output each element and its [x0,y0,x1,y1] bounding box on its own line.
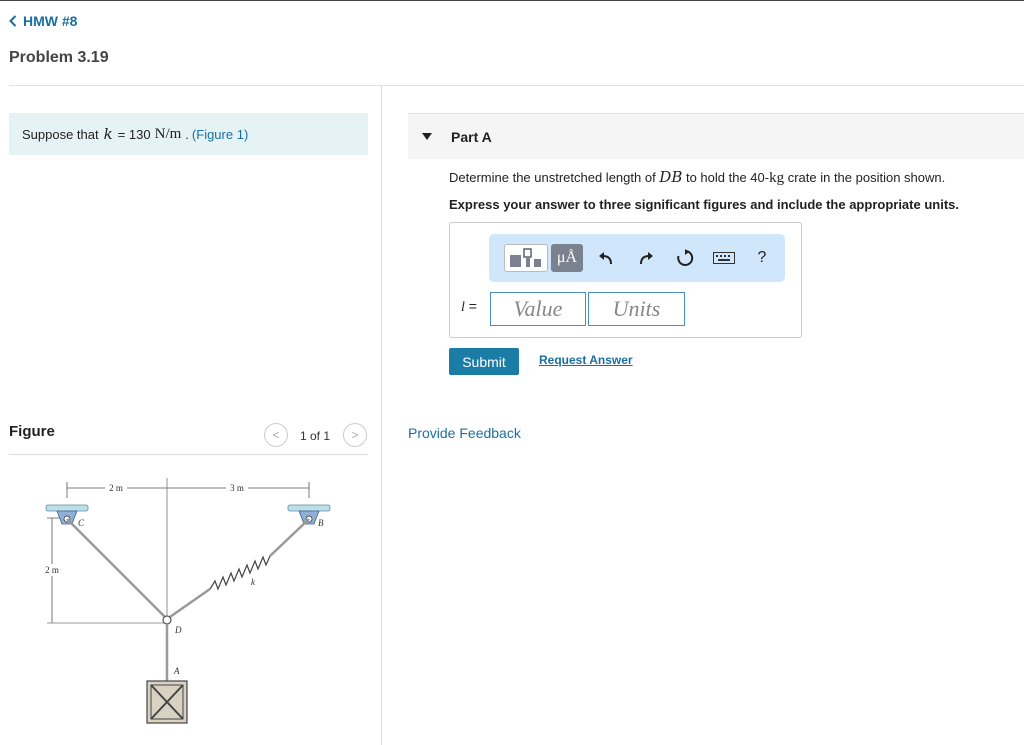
reset-button[interactable] [673,246,697,270]
point-c-label: C [78,518,85,528]
undo-button[interactable] [594,246,618,270]
value-input[interactable]: Value [490,292,586,326]
statement-prefix: Suppose that [22,126,99,142]
provide-feedback-link[interactable]: Provide Feedback [408,425,521,441]
part-a-header[interactable]: Part A [408,113,1024,159]
question-text-3: crate in the position shown. [784,170,946,185]
answer-variable-label: l = [461,298,477,316]
back-link-label: HMW #8 [23,13,78,29]
dim-right-label: 3 m [230,483,244,493]
keyboard-button[interactable] [711,248,737,268]
answer-equals: = [468,298,477,314]
next-figure-button[interactable]: > [343,423,367,447]
undo-icon [599,252,612,265]
statement-equals: = 130 [117,126,151,142]
answer-variable: l [461,300,465,315]
question-text-1: Determine the unstretched length of [449,170,660,185]
header-divider [9,85,1024,86]
figure-link[interactable]: (Figure 1) [192,127,248,142]
submit-button[interactable]: Submit [449,348,519,375]
statement-var: k [103,125,113,143]
support-c-plate [45,504,89,512]
prev-figure-button[interactable]: < [264,423,288,447]
request-answer-link[interactable]: Request Answer [539,353,633,367]
support-b-plate [287,504,331,512]
figure-pager: 1 of 1 [300,429,331,443]
figure-header: Figure < 1 of 1 > [9,423,368,455]
question-math-db: DB [659,168,683,186]
reset-icon [677,249,694,266]
question-math-kg: kg [769,170,785,186]
answer-instruction: Express your answer to three significant… [449,197,959,212]
units-button[interactable]: μÅ [551,244,583,272]
statement-unit: N/m [154,125,182,142]
math-toolbar: μÅ ? [489,234,785,282]
question-text-2: to hold the 40- [682,170,770,185]
cable-spring-b [269,518,310,557]
templates-button[interactable] [504,244,548,272]
spring-k-label: k [251,577,256,587]
back-to-assignment-link[interactable]: HMW #8 [9,13,77,29]
crate [146,680,188,724]
keyboard-icon [713,252,735,264]
chevron-left-icon: < [272,428,280,442]
figure-title: Figure [9,423,55,440]
part-a-label: Part A [451,129,492,145]
problem-figure: 2 m 3 m 2 m C B k D A [40,478,331,724]
cable-d-spring [166,587,211,621]
answer-box: μÅ ? l = Value Units [449,222,802,338]
collapse-triangle-icon[interactable] [422,133,432,140]
dim-vertical-label: 2 m [45,565,59,575]
ring-d [162,615,172,625]
point-a-label: A [173,666,180,676]
redo-button[interactable] [634,246,658,270]
templates-icon [510,248,541,267]
cable-cd [66,518,168,620]
point-d-label: D [174,625,182,635]
help-icon: ? [757,249,767,266]
units-input[interactable]: Units [588,292,685,326]
top-border [0,0,1024,1]
redo-icon [640,252,653,265]
chevron-right-icon: > [351,428,359,442]
statement-sep: . [185,126,189,142]
pane-divider [381,86,382,745]
problem-statement: Suppose that k = 130 N/m . (Figure 1) [9,113,368,155]
chevron-left-icon [9,15,17,27]
point-b-label: B [318,518,324,528]
spring-k [209,555,271,591]
problem-title: Problem 3.19 [9,49,109,66]
units-icon: μÅ [556,249,578,266]
help-button[interactable]: ? [751,246,773,270]
dim-left-label: 2 m [109,483,123,493]
question-text: Determine the unstretched length of DB t… [449,168,945,187]
